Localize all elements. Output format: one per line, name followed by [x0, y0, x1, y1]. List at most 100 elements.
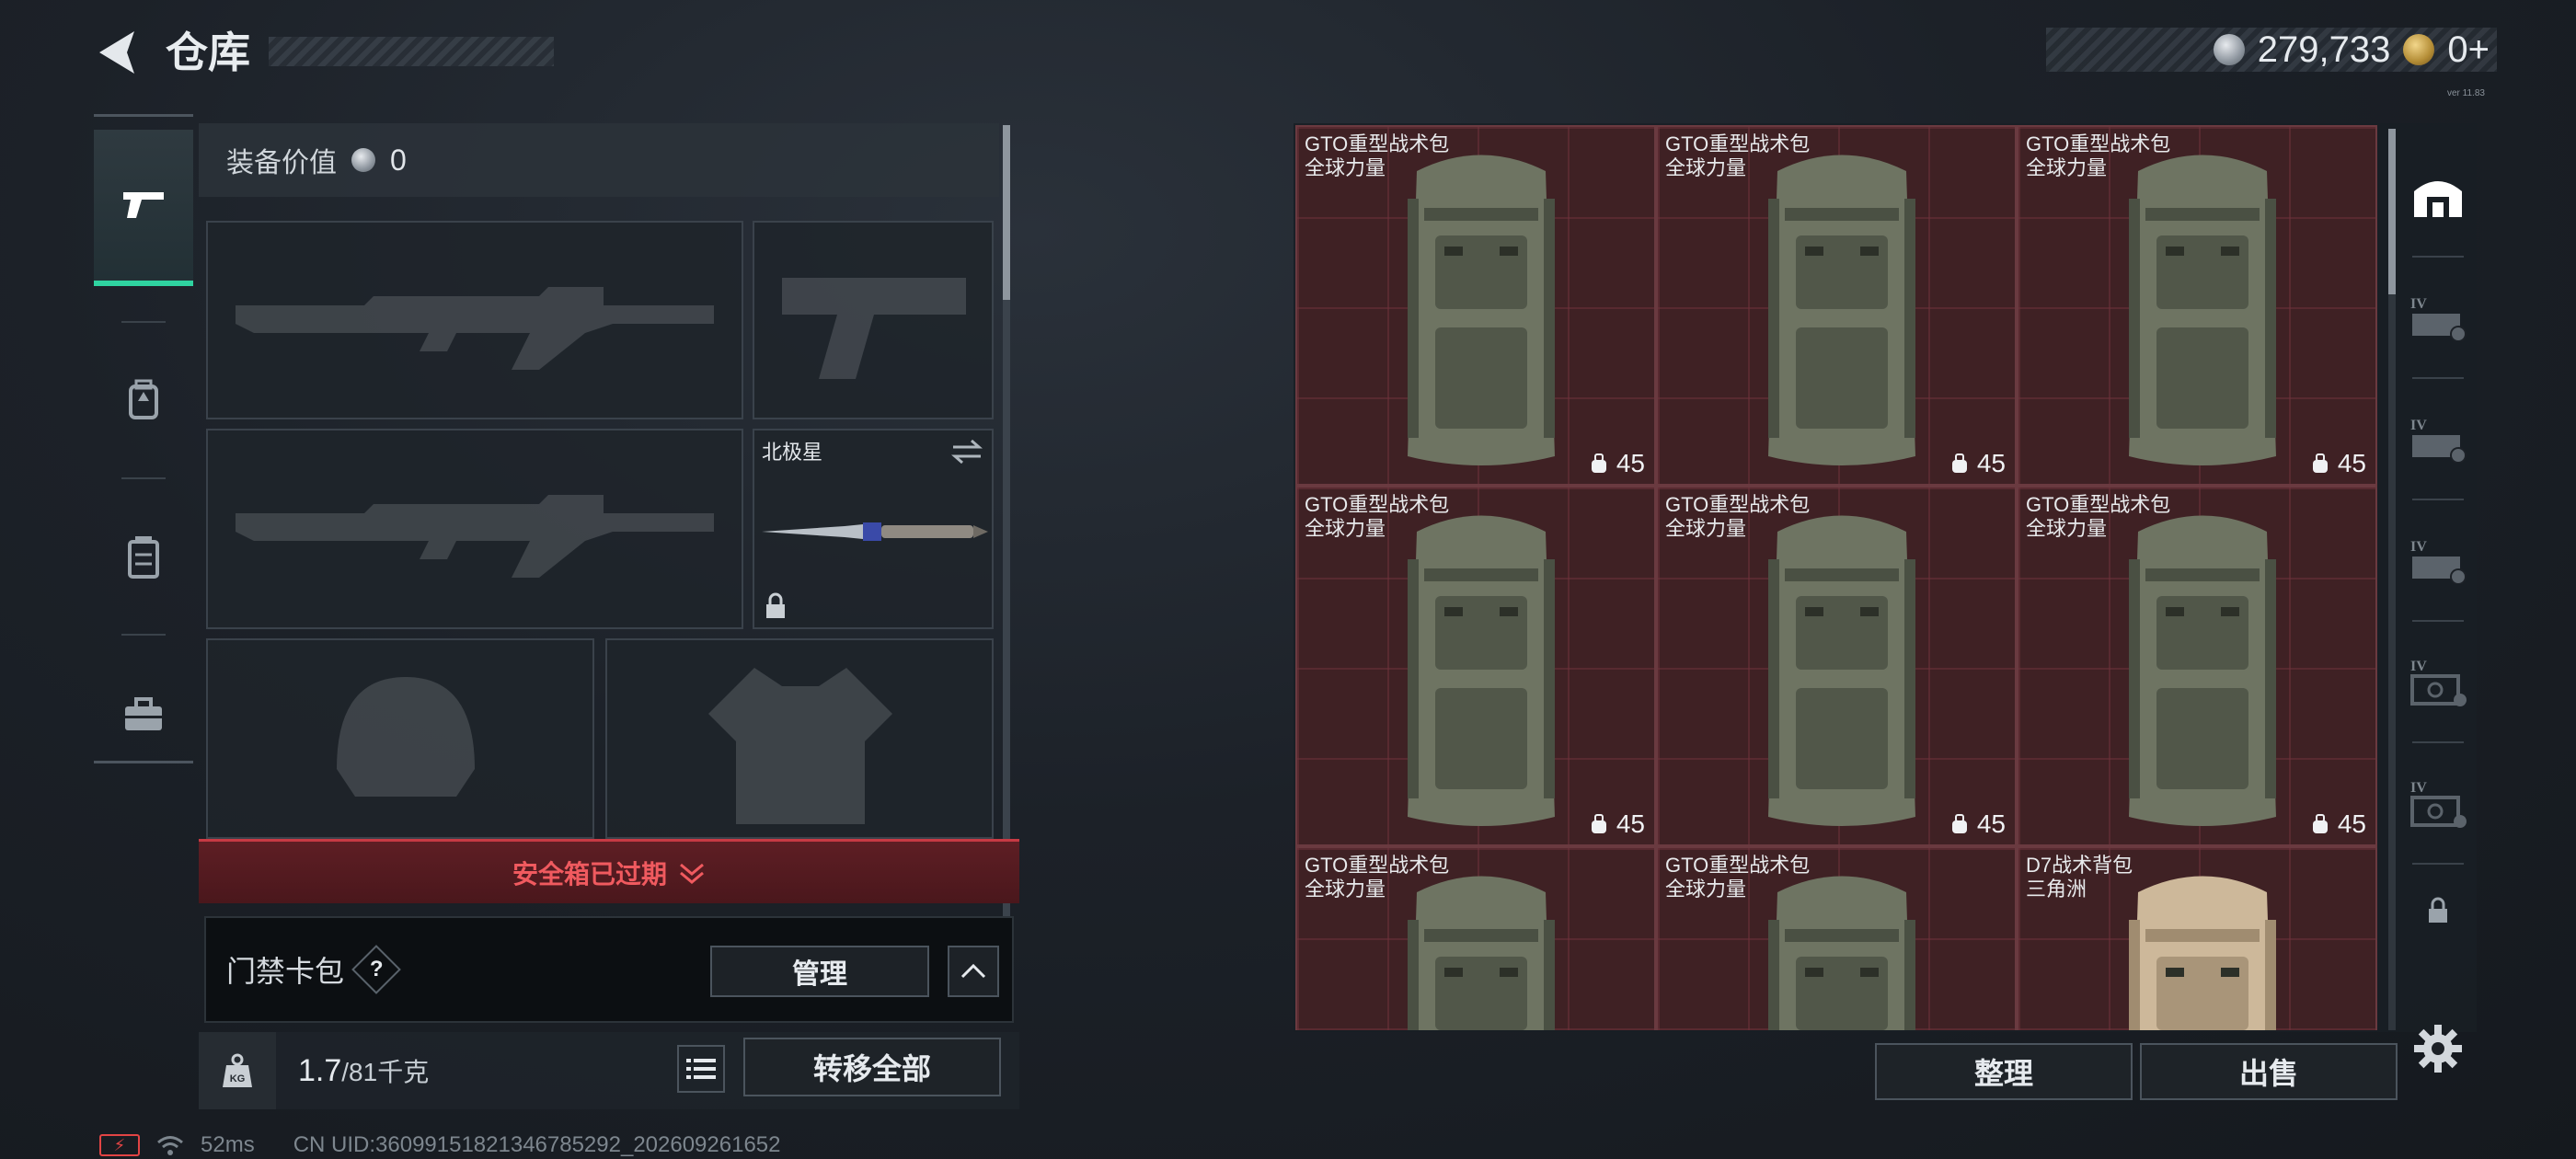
expansion-box-icon: IV	[2410, 296, 2467, 341]
warehouse-item[interactable]: GTO重型战术包 全球力量	[1295, 846, 1656, 1030]
warehouse-item[interactable]: GTO重型战术包 全球力量 45	[1656, 486, 2017, 846]
tab-weapons[interactable]	[94, 130, 193, 286]
transfer-all-button[interactable]: 转移全部	[743, 1038, 1001, 1096]
tab-vest[interactable]	[94, 479, 193, 636]
item-durability: 45	[1949, 449, 2006, 478]
storage-tab-locked[interactable]	[2399, 865, 2477, 957]
warehouse-item[interactable]: D7战术背包 三角洲	[2017, 846, 2377, 1030]
warehouse-item[interactable]: GTO重型战术包 全球力量	[1656, 846, 2017, 1030]
rifle-silhouette-icon	[236, 495, 714, 578]
capacity-icon	[2312, 814, 2328, 833]
sell-button[interactable]: 出售	[2140, 1043, 2398, 1100]
expansion-box-icon: IV	[2410, 418, 2467, 463]
safebox-expired-text: 安全箱已过期	[512, 859, 667, 889]
durability-value: 45	[1616, 809, 1645, 838]
item-faction: 全球力量	[1665, 878, 1747, 901]
manage-button[interactable]: 管理	[710, 946, 929, 997]
uid-text: CN UID:3609915182134678529​2_20260926165…	[293, 1132, 781, 1157]
item-faction: 全球力量	[1665, 156, 1747, 179]
collapse-button[interactable]	[948, 946, 999, 997]
back-arrow-icon[interactable]	[92, 26, 145, 79]
svg-text:IV: IV	[2410, 780, 2427, 796]
weight-icon-box: KG	[199, 1032, 276, 1109]
durability-value: 45	[1976, 449, 2006, 477]
tab-toolbox[interactable]	[94, 636, 193, 792]
weight-current: 1.7	[298, 1053, 342, 1088]
warehouse-item[interactable]: GTO重型战术包 全球力量 45	[2017, 486, 2377, 846]
equipment-scrollbar-thumb[interactable]	[1003, 125, 1010, 300]
tan-backpack-icon	[2129, 876, 2276, 1030]
green-backpack-icon	[1408, 876, 1555, 1030]
settings-gear-icon[interactable]	[2412, 1023, 2464, 1074]
helmet-silhouette-icon	[337, 677, 475, 797]
storage-tab-expansion-5[interactable]: IV	[2399, 743, 2477, 863]
item-name: GTO重型战术包	[1305, 854, 1450, 877]
sort-button[interactable]: 整理	[1875, 1043, 2133, 1100]
pistol-slot[interactable]	[753, 221, 994, 419]
melee-slot[interactable]: 北极星	[753, 429, 994, 629]
green-backpack-icon	[1768, 155, 1915, 465]
item-durability: 45	[1949, 809, 2006, 839]
item-faction: 全球力量	[1665, 517, 1747, 540]
item-faction: 全球力量	[2026, 156, 2108, 179]
weight-readout: 1.7/81千克	[298, 1052, 429, 1089]
version-text: ver 11.83	[2447, 88, 2485, 98]
warehouse-item[interactable]: GTO重型战术包 全球力量 45	[2017, 125, 2377, 486]
secondary-weapon-slot[interactable]	[206, 429, 743, 629]
warehouse-scrollbar-thumb[interactable]	[2388, 129, 2396, 294]
warehouse-grid[interactable]: GTO重型战术包 全球力量 45 GTO重型战术包 全球力量 45 GTO重型战术包 全球力量…	[1295, 125, 2381, 1030]
durability-value: 45	[2337, 809, 2366, 838]
durability-value: 45	[2337, 449, 2366, 477]
chevron-up-icon	[960, 963, 986, 979]
help-button[interactable]: ?	[351, 945, 401, 994]
durability-value: 45	[1616, 449, 1645, 477]
capacity-icon	[2312, 453, 2328, 473]
item-name: GTO重型战术包	[1665, 493, 1811, 516]
toolbox-icon	[125, 697, 162, 730]
warehouse-item[interactable]: GTO重型战术包 全球力量 45	[1295, 486, 1656, 846]
expansion-case-icon: IV	[2410, 780, 2467, 828]
capacity-icon	[1591, 453, 1606, 473]
list-view-button[interactable]	[677, 1045, 725, 1093]
item-name: GTO重型战术包	[2026, 493, 2171, 516]
equipment-value-label: 装备价值	[226, 148, 337, 178]
primary-weapon-slot[interactable]	[206, 221, 743, 419]
armor-slot[interactable]	[605, 638, 994, 839]
swap-icon[interactable]	[949, 438, 984, 465]
tab-backpack[interactable]	[94, 323, 193, 479]
page-title: 仓库	[166, 29, 250, 76]
green-backpack-icon	[1768, 876, 1915, 1030]
gold-currency-value[interactable]: 0+	[2447, 29, 2490, 71]
item-name: GTO重型战术包	[1665, 132, 1811, 155]
svg-text:IV: IV	[2410, 296, 2427, 312]
warehouse-item[interactable]: GTO重型战术包 全球力量 45	[1656, 125, 2017, 486]
wifi-icon	[157, 1136, 183, 1155]
item-faction: 全球力量	[2026, 517, 2108, 540]
warehouse-item[interactable]: GTO重型战术包 全球力量 45	[1295, 125, 1656, 486]
battery-charging-icon: ⚡	[99, 1134, 140, 1156]
durability-value: 45	[1976, 809, 2006, 838]
item-faction: 三角洲	[2026, 878, 2087, 901]
svg-text:IV: IV	[2410, 659, 2427, 674]
storage-tab-expansion-4[interactable]: IV	[2399, 622, 2477, 741]
item-name: GTO重型战术包	[1305, 132, 1450, 155]
svg-text:IV: IV	[2410, 418, 2427, 433]
item-durability: 45	[1589, 449, 1645, 478]
green-backpack-icon	[1768, 515, 1915, 826]
keycard-pack-row: 门禁卡包 ? 管理	[204, 916, 1014, 1023]
item-faction: 全球力量	[1305, 156, 1386, 179]
storage-tab-expansion-1[interactable]: IV	[2399, 258, 2477, 377]
pistol-silhouette-icon	[782, 278, 966, 379]
storage-tab-expansion-3[interactable]: IV	[2399, 500, 2477, 620]
silver-currency-value: 279,733	[2257, 29, 2391, 70]
item-name: GTO重型战术包	[1305, 493, 1450, 516]
keycard-pack-label: 门禁卡包	[226, 955, 345, 988]
kg-weight-icon: KG	[223, 1053, 252, 1087]
capacity-icon	[1951, 814, 1967, 833]
storage-tab-main[interactable]	[2399, 136, 2477, 256]
item-durability: 45	[2310, 449, 2366, 478]
helmet-slot[interactable]	[206, 638, 594, 839]
safebox-expired-bar[interactable]: 安全箱已过期	[199, 839, 1019, 903]
equipment-value-header: 装备价值 0	[199, 123, 999, 197]
storage-tab-expansion-2[interactable]: IV	[2399, 379, 2477, 499]
